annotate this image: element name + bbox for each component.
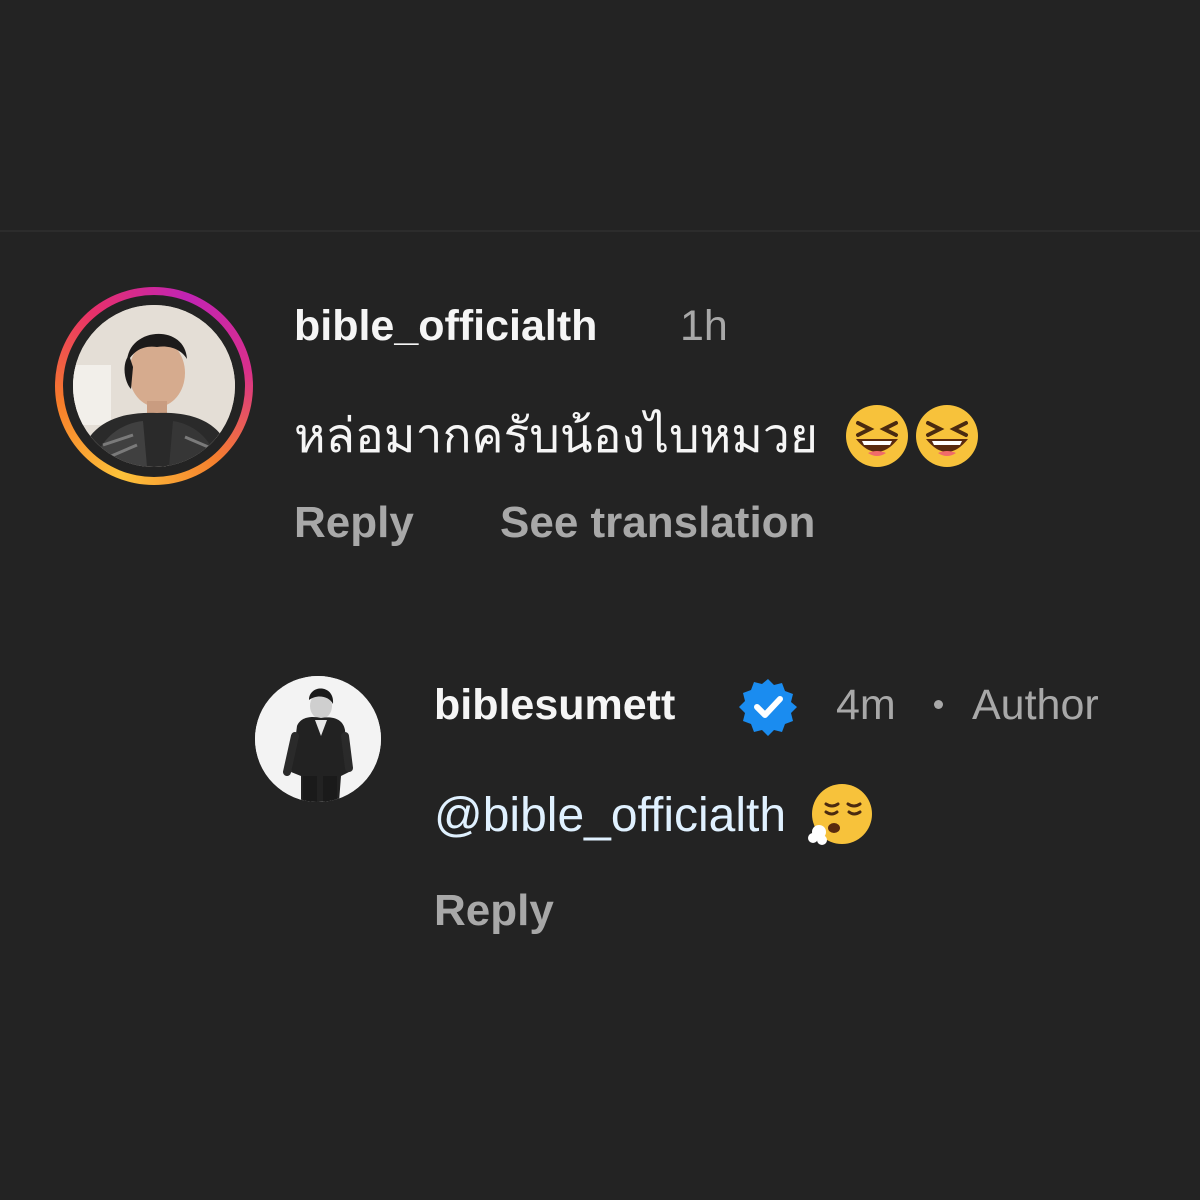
comment-body: หล่อมากครับน้องไบหมวย (294, 410, 818, 463)
comment-timestamp: 1h (680, 302, 728, 350)
top-divider (0, 230, 1200, 232)
avatar-photo-icon (255, 676, 381, 802)
reply-button[interactable]: Reply (294, 498, 414, 548)
comment-text: @bible_officialth (434, 782, 874, 848)
verified-badge-icon (739, 679, 797, 736)
author-badge: Author (972, 681, 1099, 729)
reply-button[interactable]: Reply (434, 886, 554, 936)
comment-timestamp: 4m (836, 681, 896, 729)
avatar[interactable] (255, 676, 381, 802)
grinning-squinting-face-icon (915, 405, 978, 467)
story-ring-avatar[interactable] (55, 287, 253, 485)
face-exhaling-icon (808, 784, 873, 845)
separator-dot (934, 700, 943, 709)
comment-username[interactable]: bible_officialth (294, 302, 597, 351)
grinning-squinting-face-icon (845, 405, 908, 467)
avatar-photo-icon (73, 305, 235, 467)
mention-link[interactable]: @bible_officialth (434, 788, 786, 843)
avatar (73, 305, 235, 467)
comment-text: หล่อมากครับน้องไบหมวย (294, 398, 980, 474)
comment-username[interactable]: biblesumett (434, 681, 675, 730)
see-translation-button[interactable]: See translation (500, 498, 815, 548)
